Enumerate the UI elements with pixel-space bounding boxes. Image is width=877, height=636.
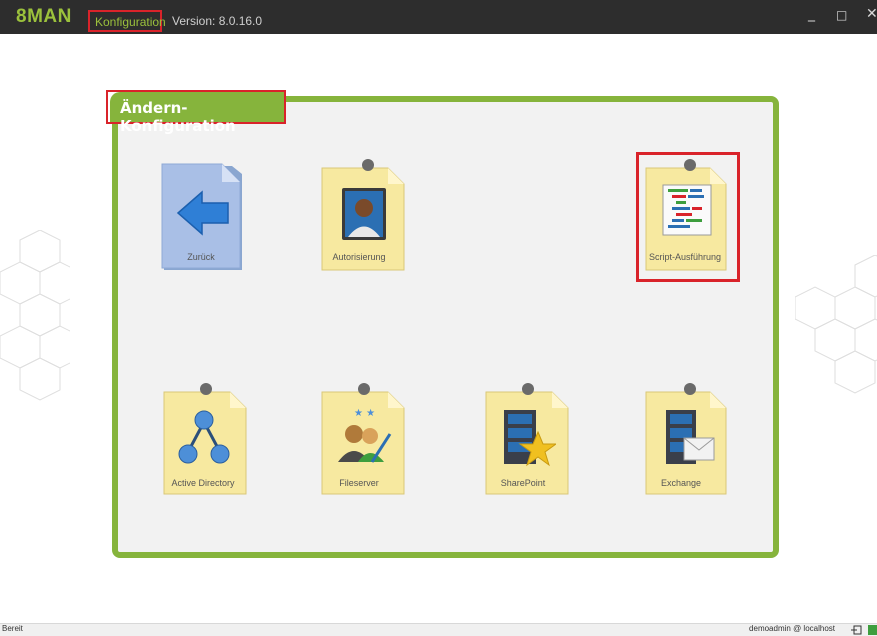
tile-sharepoint[interactable]: SharePoint: [482, 382, 592, 512]
maximize-button[interactable]: □: [836, 8, 847, 22]
tile-label-fileserver: Fileserver: [339, 478, 379, 488]
tile-exchange[interactable]: Exchange: [640, 382, 750, 512]
connection-status-icon: [868, 625, 877, 635]
user-login-info: demoadmin @ localhost: [749, 624, 835, 633]
exchange-server-icon: [666, 410, 715, 464]
tile-label-zurueck: Zurück: [187, 252, 215, 262]
tile-label-exchange: Exchange: [660, 478, 702, 488]
authorization-badge-icon: [342, 188, 386, 240]
logout-icon[interactable]: [850, 625, 862, 635]
minimize-button[interactable]: _: [808, 6, 815, 22]
sharepoint-server-icon: [504, 410, 556, 467]
panel-title-box: Ändern-Konfiguration: [106, 90, 286, 135]
close-button[interactable]: ✕: [866, 6, 877, 22]
menu-konfiguration[interactable]: Konfiguration: [88, 10, 166, 32]
version-label: Version: 8.0.16.0: [172, 14, 263, 28]
menu-konfiguration-label: Konfiguration: [95, 15, 166, 29]
tile-zurueck[interactable]: Zurück: [160, 158, 270, 288]
svg-text:★ ★: ★ ★: [354, 408, 375, 419]
title-bar: 8MAN Konfiguration Version: 8.0.16.0 _ □…: [0, 0, 877, 34]
directory-tree-icon: [178, 410, 230, 464]
status-text: Bereit: [2, 624, 23, 633]
hexagon-pattern-right: [795, 255, 877, 394]
tile-label-active-directory: Active Directory: [171, 478, 235, 488]
tile-active-directory[interactable]: Active Directory: [160, 382, 270, 512]
users-permissions-icon: ★ ★: [338, 408, 392, 463]
tile-autorisierung[interactable]: Autorisierung: [318, 158, 428, 288]
tile-label-autorisierung: Autorisierung: [332, 252, 386, 262]
back-arrow-icon: [176, 190, 229, 236]
selection-highlight: [636, 152, 740, 282]
panel-title: Ändern-Konfiguration: [120, 99, 236, 135]
tile-label-sharepoint: SharePoint: [500, 478, 546, 488]
hexagon-pattern-left: [0, 230, 70, 401]
status-bar: Bereit demoadmin @ localhost: [0, 623, 877, 636]
tile-fileserver[interactable]: ★ ★ Fileserver: [318, 382, 428, 512]
app-logo: 8MAN: [16, 6, 72, 27]
